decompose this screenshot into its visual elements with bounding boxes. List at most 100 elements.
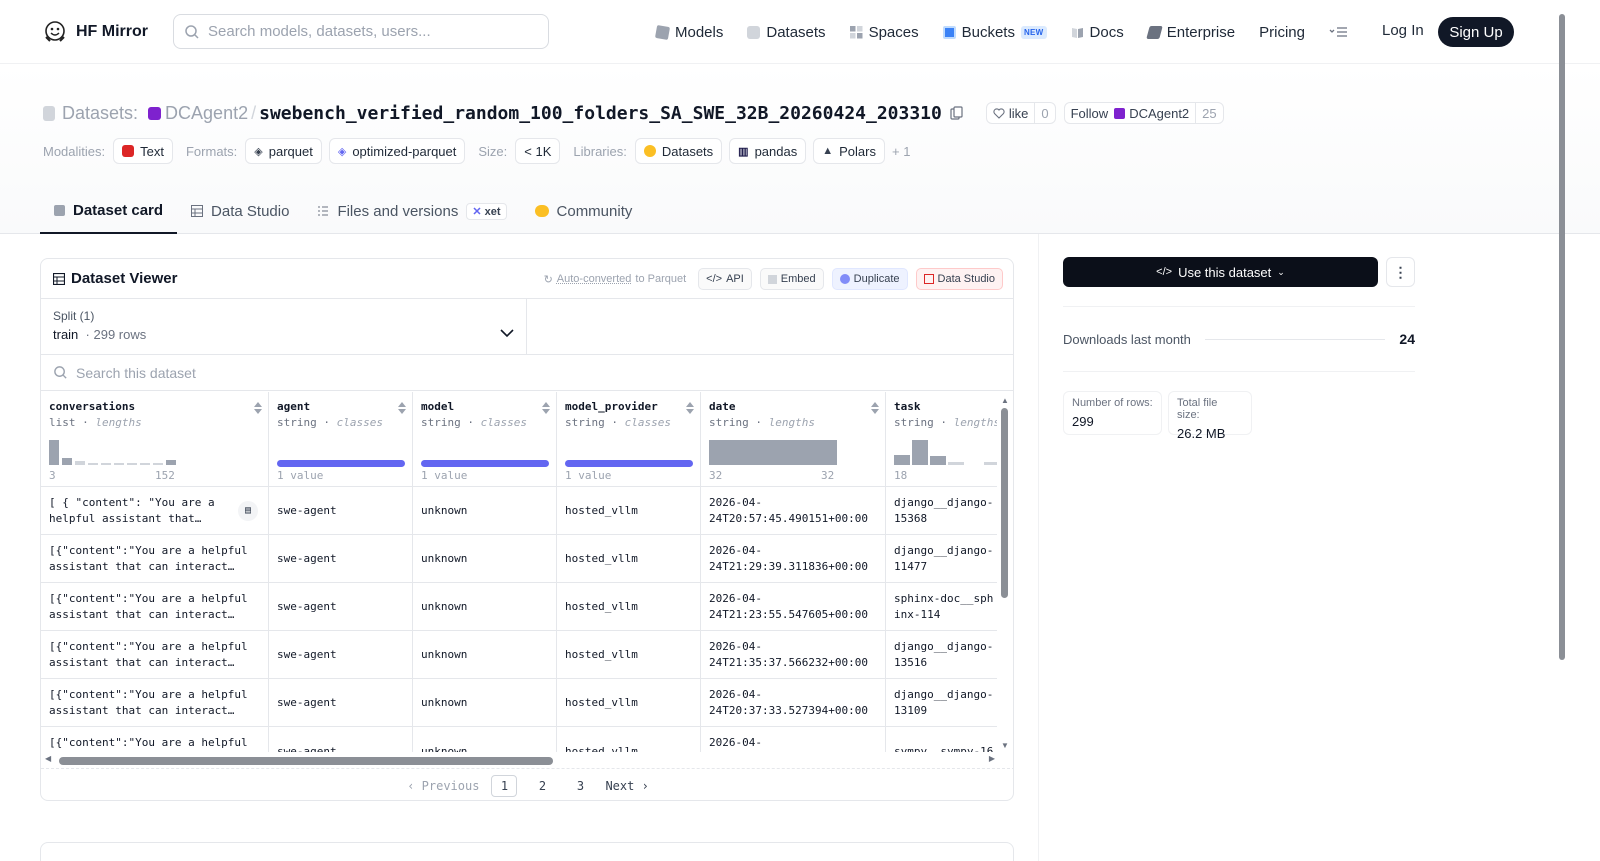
- more-options-button[interactable]: ⋮: [1386, 257, 1415, 287]
- tag-library-polars[interactable]: ▲ Polars: [813, 138, 885, 164]
- tab-files-and-versions[interactable]: Files and versions ✕ xet: [303, 188, 520, 234]
- scroll-down-arrow-icon[interactable]: ▼: [1001, 741, 1009, 750]
- table-cell[interactable]: unknown: [413, 679, 556, 727]
- data-studio-button[interactable]: Data Studio: [916, 268, 1003, 290]
- column-header[interactable]: task string · lengths 18: [886, 392, 999, 487]
- duplicate-button[interactable]: Duplicate: [832, 268, 908, 290]
- copy-icon[interactable]: [950, 106, 964, 120]
- table-cell[interactable]: unknown: [413, 631, 556, 679]
- table-cell[interactable]: hosted_vllm: [557, 679, 700, 727]
- tag-format-optimized-parquet[interactable]: ◈ optimized-parquet: [329, 138, 466, 164]
- more-libraries[interactable]: + 1: [892, 144, 910, 159]
- tag-modality-text[interactable]: Text: [113, 138, 173, 164]
- table-cell[interactable]: django__django-15368: [886, 487, 999, 535]
- table-cell[interactable]: swe-agent: [269, 727, 412, 752]
- page-button[interactable]: 2: [529, 775, 555, 797]
- table-cell[interactable]: django__django-13516: [886, 631, 999, 679]
- table-cell[interactable]: sphinx-doc__sphinx-114: [886, 583, 999, 631]
- nav-pricing[interactable]: Pricing: [1259, 24, 1305, 41]
- sort-icon[interactable]: [254, 402, 262, 414]
- nav-more-menu[interactable]: [1329, 26, 1349, 38]
- table-cell[interactable]: [{"content":"You are a helpful assistant…: [41, 535, 268, 583]
- follow-button[interactable]: Follow DCAgent2 25: [1064, 102, 1224, 124]
- sort-icon[interactable]: [542, 402, 550, 414]
- login-link[interactable]: Log In: [1382, 22, 1424, 39]
- table-cell[interactable]: hosted_vllm: [557, 487, 700, 535]
- table-cell[interactable]: swe-agent: [269, 487, 412, 535]
- table-cell[interactable]: django__django-11477: [886, 535, 999, 583]
- nav-models[interactable]: Models: [656, 24, 723, 41]
- tag-size[interactable]: < 1K: [515, 138, 560, 164]
- dataset-search-input[interactable]: [76, 365, 476, 381]
- table-cell[interactable]: swe-agent: [269, 679, 412, 727]
- scroll-up-arrow-icon[interactable]: ▲: [1001, 396, 1009, 405]
- sort-icon[interactable]: [398, 402, 406, 414]
- column-header[interactable]: model string · classes 1 value: [413, 392, 556, 487]
- table-cell[interactable]: 2026-04-24T21:23:55.547605+00:00: [701, 583, 885, 631]
- table-cell[interactable]: [{"content":"You are a helpful assistant…: [41, 631, 268, 679]
- auto-converted-note[interactable]: ↻ Auto-converted to Parquet: [544, 273, 687, 286]
- scrollbar-thumb[interactable]: [1001, 408, 1008, 598]
- table-cell[interactable]: django__django-13109: [886, 679, 999, 727]
- table-cell[interactable]: swe-agent: [269, 631, 412, 679]
- previous-page-button[interactable]: ‹ Previous: [407, 779, 479, 793]
- signup-button[interactable]: Sign Up: [1438, 17, 1514, 47]
- nav-enterprise[interactable]: Enterprise: [1148, 24, 1235, 41]
- split-dropdown[interactable]: Split (1) train · 299 rows: [41, 299, 527, 355]
- tab-data-studio[interactable]: Data Studio: [177, 188, 303, 234]
- use-this-dataset-button[interactable]: </> Use this dataset ⌄: [1063, 257, 1378, 287]
- table-cell[interactable]: unknown: [413, 727, 556, 752]
- next-page-button[interactable]: Next ›: [605, 779, 648, 793]
- page-button[interactable]: 3: [567, 775, 593, 797]
- table-cell[interactable]: unknown: [413, 535, 556, 583]
- nav-datasets[interactable]: Datasets: [747, 24, 825, 41]
- search-input[interactable]: [208, 23, 528, 40]
- column-header[interactable]: conversations list · lengths 3 152: [41, 392, 268, 487]
- table-cell[interactable]: 2026-04-: [701, 727, 885, 752]
- like-button[interactable]: like 0: [986, 102, 1056, 124]
- scrollbar-thumb[interactable]: [1559, 14, 1565, 660]
- table-cell[interactable]: hosted_vllm: [557, 631, 700, 679]
- tag-library-datasets[interactable]: Datasets: [635, 138, 722, 164]
- table-cell[interactable]: [ { "content": "You are a helpful assist…: [41, 487, 268, 535]
- table-cell[interactable]: [{"content":"You are a helpful: [41, 727, 268, 752]
- table-cell[interactable]: 2026-04-24T21:35:37.566232+00:00: [701, 631, 885, 679]
- nav-spaces[interactable]: Spaces: [850, 24, 919, 41]
- tag-library-pandas[interactable]: ▥ pandas: [729, 138, 806, 164]
- tab-community[interactable]: Community: [521, 188, 647, 234]
- page-vertical-scrollbar[interactable]: [1556, 0, 1568, 861]
- table-cell[interactable]: [{"content":"You are a helpful assistant…: [41, 583, 268, 631]
- table-cell[interactable]: hosted_vllm: [557, 727, 700, 752]
- brand-logo[interactable]: HF Mirror: [42, 19, 148, 45]
- sort-icon[interactable]: [686, 402, 694, 414]
- table-cell[interactable]: hosted_vllm: [557, 535, 700, 583]
- dataset-search[interactable]: [41, 355, 1013, 391]
- table-cell[interactable]: 2026-04-24T21:29:39.311836+00:00: [701, 535, 885, 583]
- api-button[interactable]: </> API: [698, 268, 752, 290]
- table-cell[interactable]: swe-agent: [269, 583, 412, 631]
- scrollbar-thumb[interactable]: [59, 757, 553, 765]
- column-header[interactable]: model_provider string · classes 1 value: [557, 392, 700, 487]
- table-cell[interactable]: [{"content":"You are a helpful assistant…: [41, 679, 268, 727]
- scroll-right-arrow-icon[interactable]: ▶: [989, 754, 995, 763]
- table-cell[interactable]: 2026-04-24T20:57:45.490151+00:00: [701, 487, 885, 535]
- table-cell[interactable]: hosted_vllm: [557, 583, 700, 631]
- dataset-name[interactable]: swebench_verified_random_100_folders_SA_…: [259, 103, 942, 124]
- table-horizontal-scrollbar[interactable]: ◀ ▶: [41, 752, 999, 768]
- page-button[interactable]: 1: [491, 775, 517, 797]
- nav-docs[interactable]: Docs: [1071, 24, 1124, 41]
- dataset-owner[interactable]: DCAgent2: [165, 103, 248, 124]
- tab-dataset-card[interactable]: Dataset card: [40, 188, 177, 234]
- table-cell[interactable]: swe-agent: [269, 535, 412, 583]
- table-cell[interactable]: 2026-04-24T20:37:33.527394+00:00: [701, 679, 885, 727]
- nav-buckets[interactable]: Buckets NEW: [943, 24, 1047, 41]
- table-cell[interactable]: sympy__sympy-16: [886, 727, 999, 752]
- table-cell[interactable]: unknown: [413, 487, 556, 535]
- table-cell[interactable]: unknown: [413, 583, 556, 631]
- scroll-left-arrow-icon[interactable]: ◀: [45, 754, 51, 763]
- datasets-section-label[interactable]: Datasets:: [62, 103, 138, 124]
- column-header[interactable]: agent string · classes 1 value: [269, 392, 412, 487]
- table-vertical-scrollbar[interactable]: ▲ ▼: [997, 392, 1013, 752]
- global-search[interactable]: [173, 14, 549, 49]
- auto-converted-link[interactable]: Auto-converted: [557, 273, 632, 285]
